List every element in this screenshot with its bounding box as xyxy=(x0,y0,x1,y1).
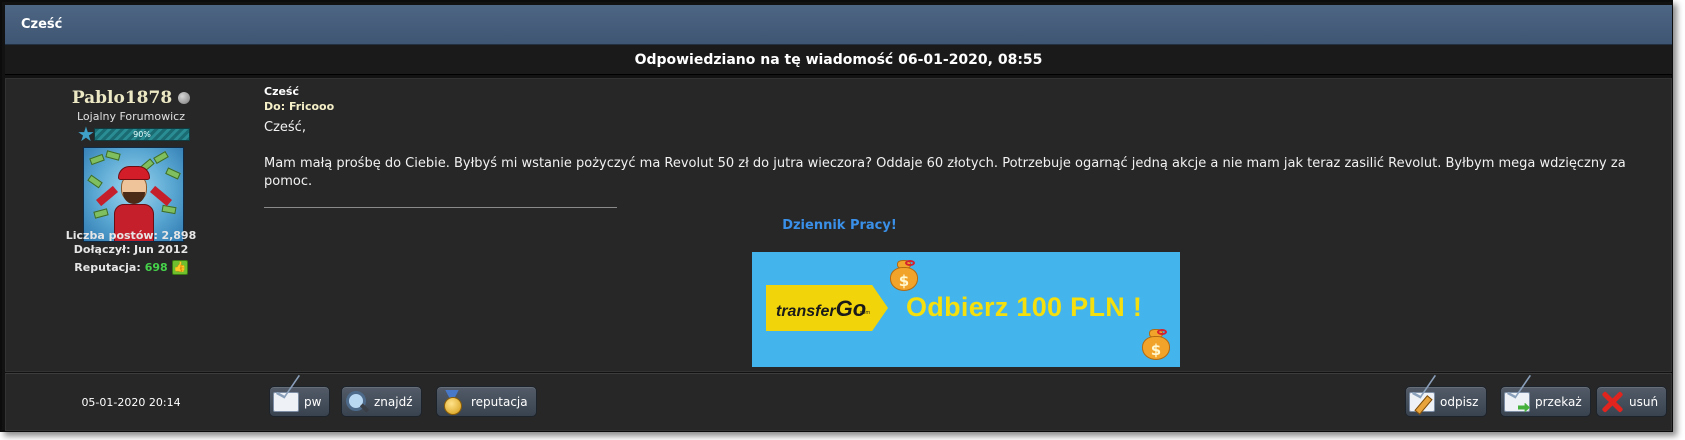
recipient-user[interactable]: Fricooo xyxy=(289,100,334,113)
avatar-cap xyxy=(118,166,150,180)
money-bill-icon xyxy=(105,150,121,161)
reply-notice: Odpowiedziano na tę wiadomość 06-01-2020… xyxy=(634,51,1043,68)
message-recipient: Do: Fricooo xyxy=(264,100,1664,113)
find-button[interactable]: znajdź xyxy=(341,386,422,417)
offline-status-icon xyxy=(178,92,191,104)
message-body: Cześć, Mam małą prośbę do Ciebie. Byłbyś… xyxy=(264,119,1664,191)
money-bag-icon: $ xyxy=(888,258,920,292)
forward-button-label: przekaż xyxy=(1535,394,1582,409)
money-bill-icon xyxy=(87,174,103,189)
reply-notice-bar: Odpowiedziano na tę wiadomość 06-01-2020… xyxy=(5,45,1672,75)
private-message-window: Cześć Odpowiedziano na tę wiadomość 06-0… xyxy=(0,0,1673,432)
reputation-value: 698 xyxy=(144,260,168,274)
money-bag-icon: $ xyxy=(1140,327,1172,361)
delete-x-icon xyxy=(1600,390,1624,414)
money-bill-icon xyxy=(153,150,169,165)
reply-button-label: odpisz xyxy=(1440,394,1479,409)
transfergo-logo-text: transferGo xyxy=(776,296,866,322)
magnifier-icon xyxy=(345,390,369,414)
logo-text-go: Go xyxy=(835,296,867,321)
money-bill-icon xyxy=(89,153,105,166)
post-date: 05-01-2020 20:14 xyxy=(81,395,181,409)
money-bill-icon xyxy=(161,204,177,215)
envelope-forward-icon xyxy=(1504,391,1530,412)
username-link[interactable]: Pablo1878 xyxy=(72,88,172,108)
reputation-label: Reputacja: xyxy=(74,260,141,274)
medal-icon xyxy=(440,390,466,415)
joined-label: Dołączył: xyxy=(73,243,131,256)
message-footer: 05-01-2020 20:14 pw znajdź reputacja odp… xyxy=(5,373,1672,431)
thumbs-up-icon: 👍 xyxy=(171,260,188,275)
message-text: Mam małą prośbę do Ciebie. Byłbyś mi wst… xyxy=(264,156,1626,189)
signature-link[interactable]: Dziennik Pracy! xyxy=(6,218,1673,233)
joined-value: Jun 2012 xyxy=(134,243,189,256)
forward-button[interactable]: przekaż xyxy=(1500,386,1591,417)
reputation-button-label: reputacja xyxy=(471,394,528,409)
money-bill-icon xyxy=(165,167,181,180)
logo-text-transfer: transfer xyxy=(776,303,836,320)
reply-button[interactable]: odpisz xyxy=(1405,386,1488,417)
user-stats: Liczba postów: 2,898 Dołączył: Jun 2012 … xyxy=(6,229,256,275)
pm-button-label: pw xyxy=(304,394,322,409)
banner-headline: Odbierz 100 PLN ! xyxy=(906,292,1143,322)
envelope-icon xyxy=(273,391,299,412)
avatar-beard xyxy=(123,192,145,204)
message-title-bar: Cześć xyxy=(5,5,1672,45)
message-post: Pablo1878 Lojalny Forumowicz ★ 90% Liczb… xyxy=(5,78,1672,372)
logo-sub: .com xyxy=(858,310,871,316)
envelope-pencil-icon xyxy=(1409,391,1435,412)
message-header-title: Cześć xyxy=(21,17,63,32)
avatar-arm xyxy=(150,185,172,207)
message-title: Cześć xyxy=(264,85,300,98)
pm-button[interactable]: pw xyxy=(269,386,331,417)
username-row: Pablo1878 xyxy=(6,88,256,108)
signature-divider xyxy=(264,207,617,208)
rank-progress-bar: ★ 90% xyxy=(76,122,191,146)
message-content: Cześć Do: Fricooo Cześć, Mam małą prośbę… xyxy=(264,85,1664,191)
avatar-arm xyxy=(96,185,118,207)
delete-button[interactable]: usuń xyxy=(1596,386,1668,417)
star-icon: ★ xyxy=(77,122,95,146)
joined-row: Dołączył: Jun 2012 xyxy=(6,243,256,257)
reputation-row: Reputacja: 698 👍 xyxy=(6,260,256,275)
find-button-label: znajdź xyxy=(374,394,413,409)
reputation-button[interactable]: reputacja xyxy=(436,386,537,417)
recipient-label: Do: xyxy=(264,100,286,113)
message-greeting: Cześć, xyxy=(264,120,306,135)
rank-progress-label: 90% xyxy=(94,128,190,141)
user-title: Lojalny Forumowicz xyxy=(77,110,185,123)
transfergo-banner[interactable]: transferGo .com Odbierz 100 PLN ! $ $ xyxy=(752,252,1180,367)
delete-button-label: usuń xyxy=(1629,394,1659,409)
